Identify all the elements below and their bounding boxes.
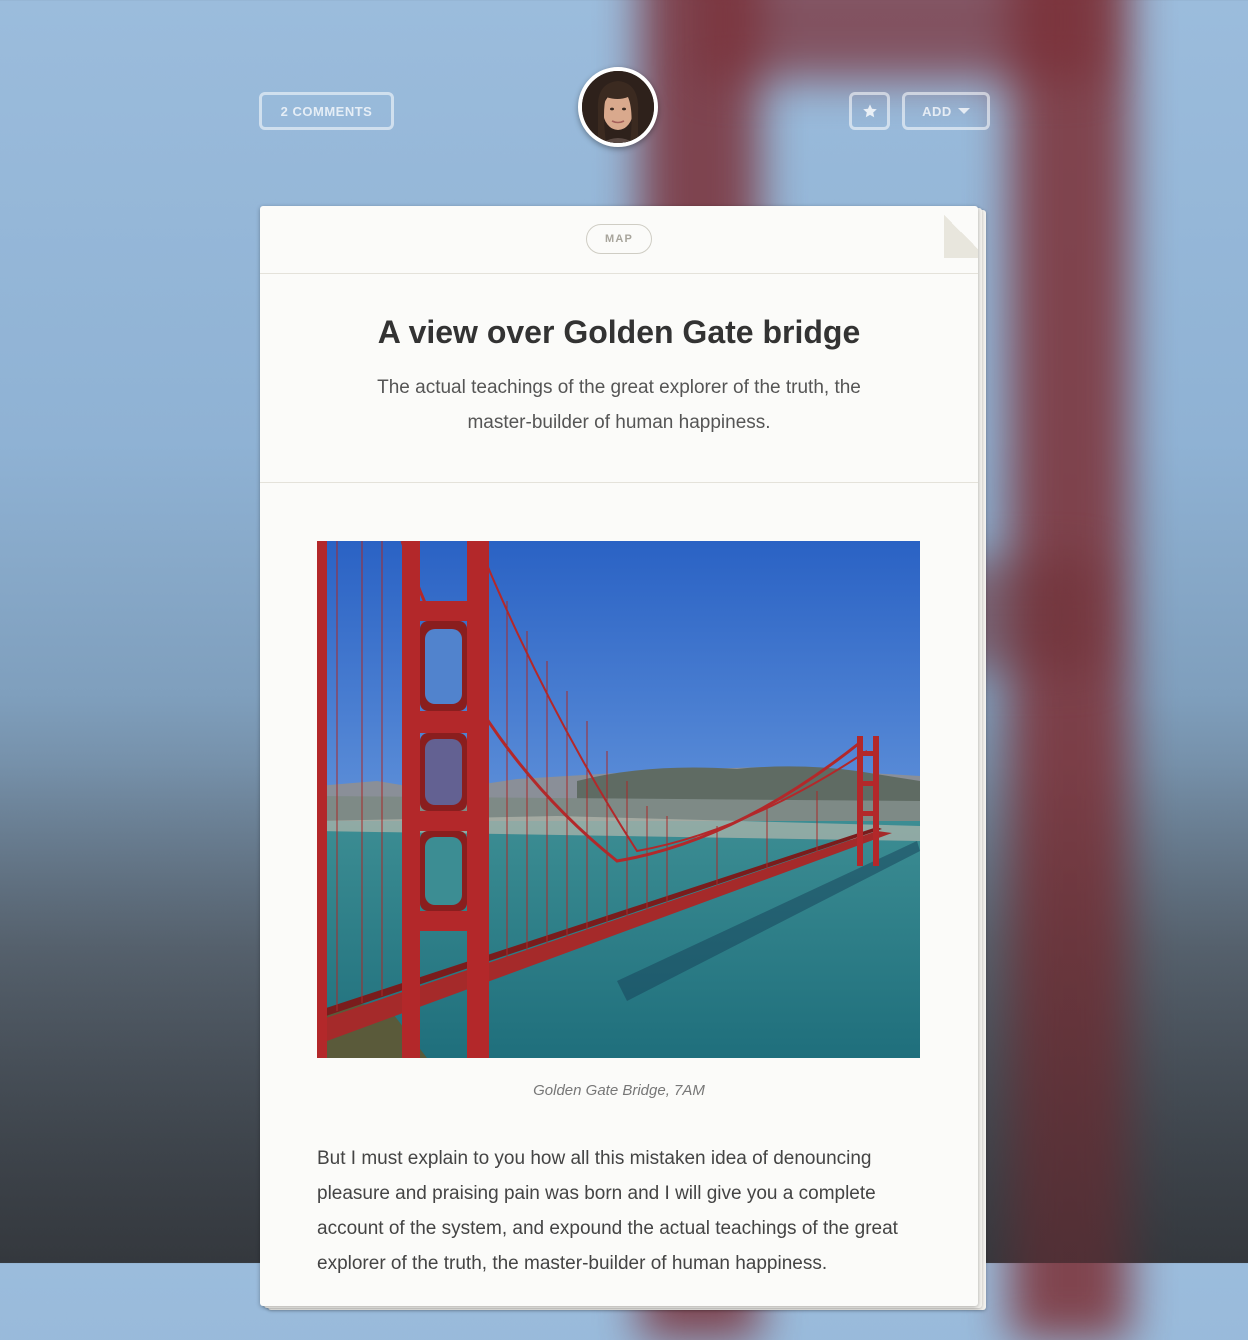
bridge-photo[interactable] [317,541,920,1058]
category-badge[interactable]: MAP [586,224,652,254]
post-card: MAP A view over Golden Gate bridge The a… [260,206,978,1306]
page-curl [944,206,978,258]
divider [260,482,978,483]
avatar-image [582,71,654,143]
star-icon [862,104,877,118]
post-subtitle: The actual teachings of the great explor… [377,377,861,433]
comments-button[interactable]: 2 COMMENTS [259,92,394,130]
author-avatar[interactable] [578,67,658,147]
post-body: But I must explain to you how all this m… [317,1148,898,1274]
add-label: ADD [922,103,952,119]
post-title: A view over Golden Gate bridge [377,314,861,350]
chevron-down-icon [957,108,970,114]
divider [260,273,978,274]
favorite-button[interactable] [849,92,890,130]
add-dropdown-button[interactable]: ADD [902,92,990,130]
image-caption: Golden Gate Bridge, 7AM [533,1082,705,1099]
comments-label: 2 COMMENTS [280,103,373,119]
